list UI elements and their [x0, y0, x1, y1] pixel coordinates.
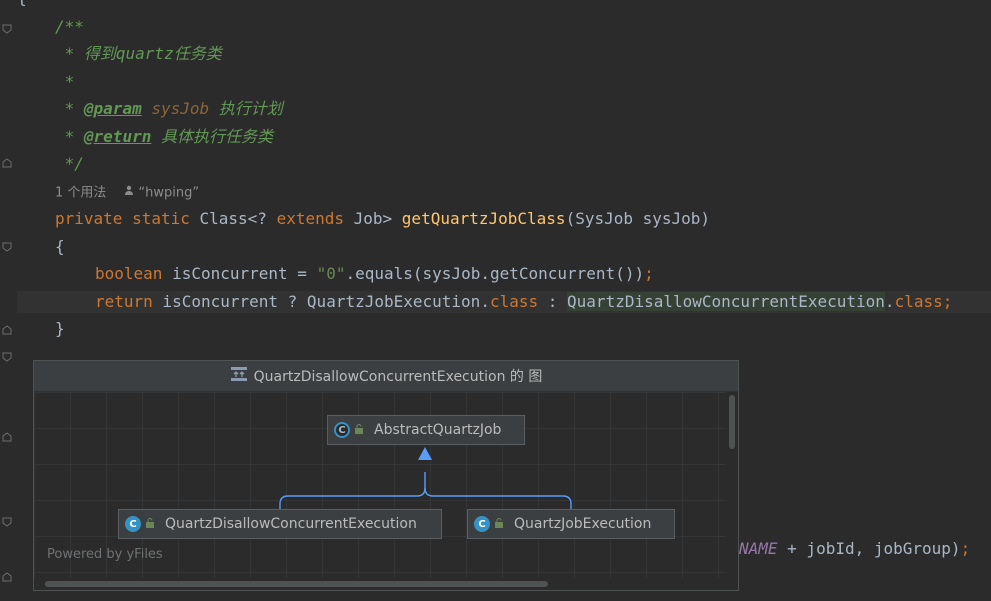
semicolon: ; — [960, 539, 971, 558]
fold-icon[interactable] — [2, 325, 12, 335]
horizontal-scroll-thumb[interactable] — [45, 581, 548, 587]
semicolon: ; — [644, 264, 654, 283]
code-line-boolean[interactable]: boolean isConcurrent = "0".equals(sysJob… — [95, 263, 654, 285]
boolean-keyword: boolean — [95, 264, 163, 283]
code-brace: { — [17, 0, 27, 7]
method-signature[interactable]: private static Class<? extends Job> getQ… — [55, 208, 710, 230]
open-brace[interactable]: { — [55, 236, 65, 258]
code-vision-hint[interactable]: 1 个用法 “hwping” — [55, 182, 199, 202]
bound-type: Job> — [344, 209, 402, 228]
modifiers: private static — [55, 209, 200, 228]
diagram-icon — [230, 366, 248, 386]
fold-icon[interactable] — [2, 572, 12, 582]
doc-comment-summary[interactable]: * 得到quartz任务类 — [55, 43, 222, 65]
equals-call: .equals(sysJob.getConcurrent()) — [345, 264, 645, 283]
doc-return-line[interactable]: * @return 具体执行任务类 — [55, 126, 273, 148]
usages-hint[interactable]: 1 个用法 — [55, 186, 106, 201]
lock-icon — [145, 516, 155, 532]
call-args: + jobId, jobGroup) — [777, 539, 961, 558]
doc-comment-open[interactable]: /** — [55, 16, 84, 38]
constant-name: NAME — [739, 539, 778, 558]
semicolon: ; — [942, 292, 953, 311]
class-icon: C — [125, 516, 141, 532]
powered-by-label: Powered by yFiles — [47, 547, 163, 562]
fold-icon[interactable] — [2, 242, 12, 252]
highlighted-identifier[interactable]: QuartzDisallowConcurrentExecution — [567, 292, 885, 311]
diagram-popup[interactable]: QuartzDisallowConcurrentExecution 的 图 C … — [33, 360, 739, 591]
var-decl: isConcurrent = — [162, 264, 317, 283]
node-label: AbstractQuartzJob — [374, 422, 502, 438]
editor-gutter — [0, 0, 17, 601]
abstract-class-icon: C — [334, 422, 350, 438]
class-node-abstract-quartz-job[interactable]: C AbstractQuartzJob — [327, 415, 525, 445]
popup-title-bar[interactable]: QuartzDisallowConcurrentExecution 的 图 — [34, 361, 738, 392]
ternary-expr: isConcurrent ? QuartzJobExecution. — [152, 292, 490, 311]
method-params: (SysJob sysJob) — [565, 209, 711, 228]
popup-title: QuartzDisallowConcurrentExecution 的 图 — [253, 369, 543, 385]
doc-param-tag: @param — [83, 99, 142, 118]
fold-icon[interactable] — [2, 432, 12, 442]
fold-icon[interactable] — [2, 352, 12, 362]
close-brace[interactable]: } — [55, 318, 65, 340]
lock-icon — [354, 422, 364, 438]
node-label: QuartzJobExecution — [514, 516, 652, 532]
doc-comment-blank[interactable]: * — [55, 71, 75, 93]
horizontal-scrollbar[interactable] — [34, 578, 726, 590]
doc-param-desc: 执行计划 — [209, 99, 283, 118]
dot: . — [884, 292, 895, 311]
return-keyword: return — [95, 292, 153, 311]
doc-star: * — [55, 99, 84, 118]
class-icon: C — [474, 516, 490, 532]
lock-icon — [494, 516, 504, 532]
vertical-scroll-thumb[interactable] — [729, 395, 735, 449]
return-type: Class<? — [199, 209, 277, 228]
method-name: getQuartzJobClass — [401, 209, 566, 228]
author-hint[interactable]: “hwping” — [138, 186, 199, 201]
code-line-partial[interactable]: NAME + jobId, jobGroup); — [739, 538, 970, 560]
doc-comment-close[interactable]: */ — [55, 153, 84, 175]
fold-icon[interactable] — [2, 24, 12, 34]
doc-param-line[interactable]: * @param sysJob 执行计划 — [55, 98, 283, 120]
class-keyword: class — [489, 292, 539, 311]
doc-star: * — [55, 127, 84, 146]
person-icon — [124, 182, 134, 202]
string-literal: "0" — [316, 264, 346, 283]
doc-param-name: sysJob — [141, 99, 210, 118]
node-label: QuartzDisallowConcurrentExecution — [165, 516, 417, 532]
doc-return-desc: 具体执行任务类 — [151, 127, 273, 146]
fold-icon[interactable] — [2, 158, 12, 168]
doc-return-tag: @return — [83, 127, 152, 146]
class-node-quartz-job-execution[interactable]: C QuartzJobExecution — [467, 509, 675, 539]
current-line[interactable]: return isConcurrent ? QuartzJobExecution… — [17, 291, 991, 313]
extends-keyword: extends — [276, 209, 344, 228]
ternary-colon: : — [538, 292, 568, 311]
class-keyword: class — [894, 292, 943, 311]
fold-icon[interactable] — [2, 517, 12, 527]
vertical-scrollbar[interactable] — [726, 392, 738, 578]
class-node-disallow-concurrent[interactable]: C QuartzDisallowConcurrentExecution — [118, 509, 442, 539]
